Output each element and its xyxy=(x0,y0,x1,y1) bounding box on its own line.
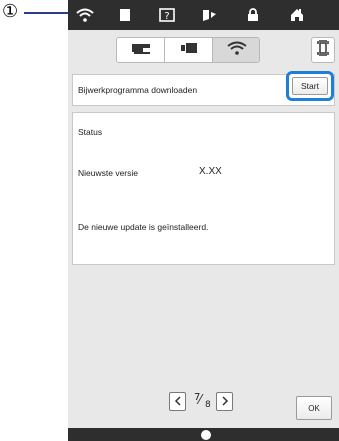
sewing-icon[interactable] xyxy=(198,5,220,25)
callout-line xyxy=(24,12,68,14)
page-separator: ⁄ xyxy=(199,393,202,408)
settings-tabs xyxy=(116,37,260,63)
tab-machine-settings[interactable] xyxy=(117,38,165,62)
latest-version-label: Nieuwste versie xyxy=(78,168,138,178)
tab-wlan-settings[interactable] xyxy=(213,38,259,62)
latest-version-value: X.XX xyxy=(199,166,222,177)
ok-button[interactable]: OK xyxy=(296,396,332,420)
home-icon[interactable] xyxy=(286,5,308,25)
wifi-icon[interactable] xyxy=(74,5,96,25)
callout-marker: ① xyxy=(2,1,19,22)
svg-text:?: ? xyxy=(164,11,169,22)
machine-screen: ? Bijwerkprogramma downloaden Start Stat… xyxy=(68,0,339,441)
machine-icon xyxy=(131,41,151,59)
start-button[interactable]: Start xyxy=(292,77,328,95)
embroidery-frame-button[interactable] xyxy=(311,37,335,63)
embroidery-frame-icon xyxy=(317,39,329,61)
needle-position-icon xyxy=(201,430,211,440)
chevron-left-icon xyxy=(174,393,182,411)
page-indicator: 7 ⁄ 8 xyxy=(192,392,214,412)
lock-icon[interactable] xyxy=(242,5,264,25)
document-icon[interactable] xyxy=(114,5,136,25)
tab-embroidery-settings[interactable] xyxy=(165,38,213,62)
next-page-button[interactable] xyxy=(216,392,233,411)
download-update-label: Bijwerkprogramma downloaden xyxy=(78,85,198,95)
status-panel: Status Nieuwste versie X.XX De nieuwe up… xyxy=(72,112,335,265)
total-pages: 8 xyxy=(205,400,211,410)
wifi-icon xyxy=(227,41,247,60)
status-title: Status xyxy=(78,127,103,137)
previous-page-button[interactable] xyxy=(169,392,186,411)
start-button-highlight: Start xyxy=(286,71,334,101)
help-icon[interactable]: ? xyxy=(156,5,178,25)
update-status-message: De nieuwe update is geïnstalleerd. xyxy=(78,222,209,232)
embroidery-unit-icon xyxy=(180,41,198,59)
chevron-right-icon xyxy=(221,393,229,411)
status-bar: ? xyxy=(68,0,339,30)
settings-tab-row xyxy=(68,30,339,68)
